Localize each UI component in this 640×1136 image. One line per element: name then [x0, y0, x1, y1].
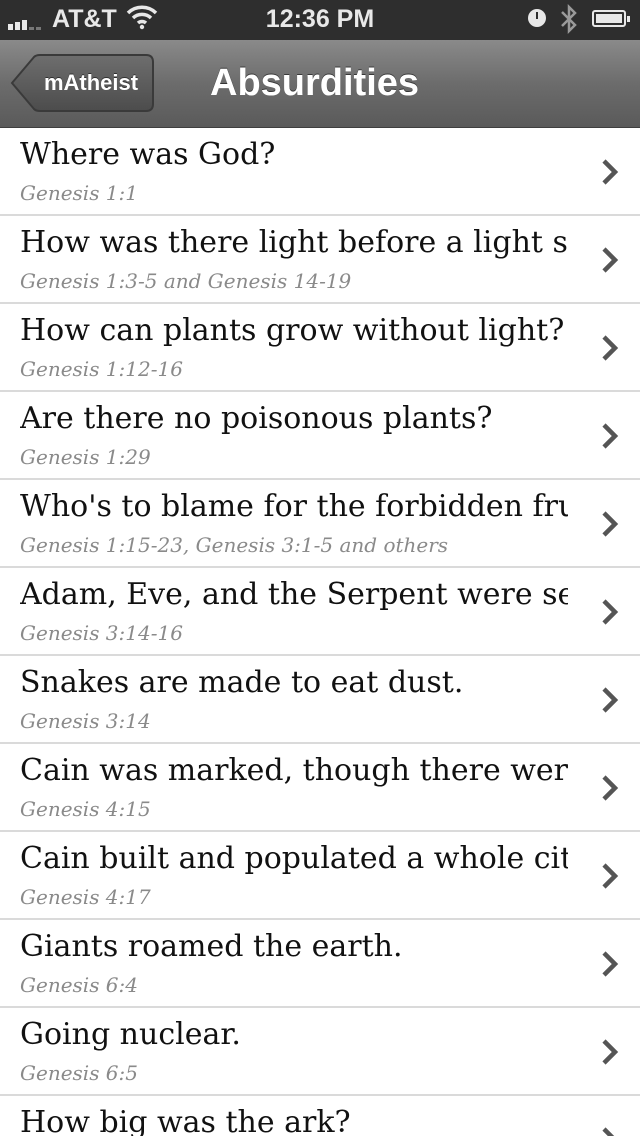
list-item[interactable]: How big was the ark? [0, 1096, 640, 1136]
chevron-right-icon [602, 863, 619, 889]
chevron-right-icon [602, 511, 619, 537]
chevron-right-icon [602, 775, 619, 801]
chevron-right-icon [602, 247, 619, 273]
item-subtitle: Genesis 1:15-23, Genesis 3:1-5 and other… [20, 533, 449, 557]
list-item[interactable]: Going nuclear. Genesis 6:5 [0, 1008, 640, 1096]
list-item[interactable]: How can plants grow without light? Genes… [0, 304, 640, 392]
item-subtitle: Genesis 6:5 [20, 1061, 138, 1085]
chevron-right-icon [602, 423, 619, 449]
chevron-right-icon [602, 159, 619, 185]
item-title: Where was God? [20, 137, 276, 172]
item-title: Snakes are made to eat dust. [20, 665, 464, 700]
item-subtitle: Genesis 1:29 [20, 445, 151, 469]
item-subtitle: Genesis 4:17 [20, 885, 151, 909]
item-title: Going nuclear. [20, 1017, 241, 1052]
chevron-right-icon [602, 951, 619, 977]
item-subtitle: Genesis 1:3-5 and Genesis 14-19 [20, 269, 352, 293]
chevron-right-icon [602, 1127, 615, 1136]
item-subtitle: Genesis 6:4 [20, 973, 138, 997]
chevron-right-icon [602, 687, 619, 713]
item-subtitle: Genesis 1:1 [20, 181, 138, 205]
item-title: How big was the ark? [20, 1105, 351, 1136]
back-button-label: mAtheist [43, 70, 139, 95]
item-title: Cain was marked, though there were... [20, 753, 568, 788]
clock-icon [528, 9, 546, 27]
item-title: How was there light before a light so... [20, 225, 568, 260]
list-item[interactable]: Are there no poisonous plants? Genesis 1… [0, 392, 640, 480]
item-subtitle: Genesis 3:14-16 [20, 621, 183, 645]
chevron-right-icon [602, 599, 619, 625]
list-item[interactable]: Who's to blame for the forbidden fruit? … [0, 480, 640, 568]
list-item[interactable]: Cain was marked, though there were... Ge… [0, 744, 640, 832]
status-bar: AT&T 12:36 PM [0, 0, 640, 40]
list-item[interactable]: Snakes are made to eat dust. Genesis 3:1… [0, 656, 640, 744]
list-item[interactable]: Adam, Eve, and the Serpent were set up G… [0, 568, 640, 656]
page-title: Absurdities [210, 62, 420, 104]
item-title: Adam, Eve, and the Serpent were set up [20, 577, 568, 612]
chevron-right-icon [602, 1039, 619, 1065]
chevron-right-icon [602, 335, 619, 361]
item-title: Are there no poisonous plants? [20, 401, 493, 436]
item-title: Giants roamed the earth. [20, 929, 403, 964]
list-item[interactable]: How was there light before a light so...… [0, 216, 640, 304]
back-button[interactable]: mAtheist [10, 54, 154, 112]
bluetooth-icon [558, 3, 580, 42]
item-title: How can plants grow without light? [20, 313, 565, 348]
item-subtitle: Genesis 3:14 [20, 709, 151, 733]
list-item[interactable]: Where was God? Genesis 1:1 [0, 128, 640, 216]
navigation-bar: mAtheist Absurdities [0, 40, 640, 128]
item-subtitle: Genesis 4:15 [20, 797, 151, 821]
item-title: Cain built and populated a whole city... [20, 841, 568, 876]
list-item[interactable]: Cain built and populated a whole city...… [0, 832, 640, 920]
absurdities-list: Where was God? Genesis 1:1 How was there… [0, 128, 640, 1136]
item-title: Who's to blame for the forbidden fruit? [20, 489, 568, 524]
battery-icon [592, 10, 630, 27]
list-item[interactable]: Giants roamed the earth. Genesis 6:4 [0, 920, 640, 1008]
item-subtitle: Genesis 1:12-16 [20, 357, 183, 381]
